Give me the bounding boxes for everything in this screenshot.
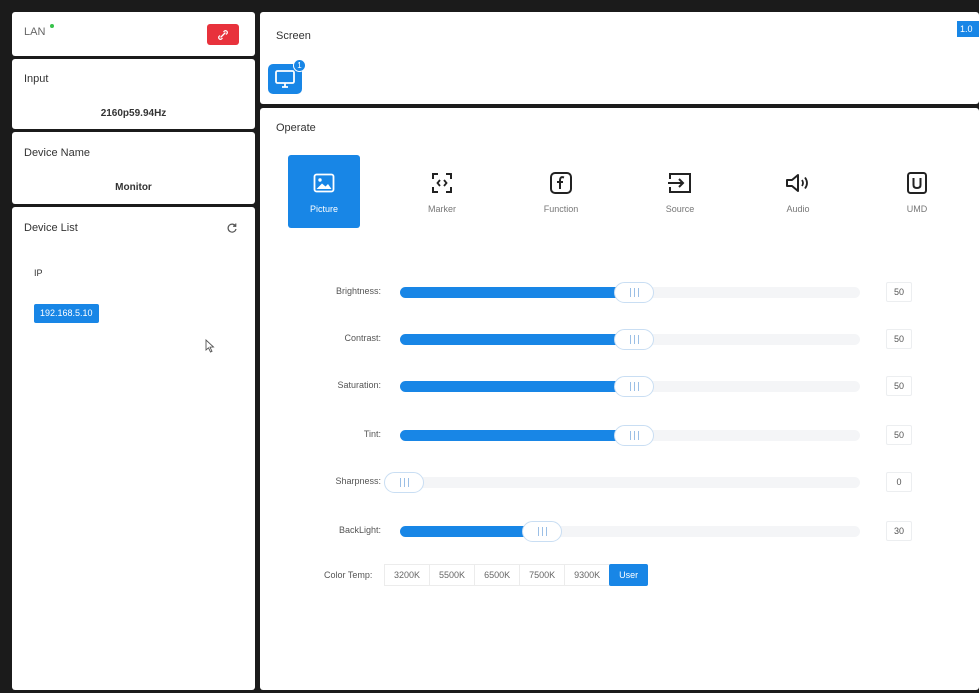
saturation-value-field[interactable]: 50 bbox=[886, 376, 912, 396]
input-panel: Input 2160p59.94Hz bbox=[12, 59, 255, 129]
slider-fill bbox=[400, 287, 630, 298]
sharpness-value-field[interactable]: 0 bbox=[886, 472, 912, 492]
device-name-title: Device Name bbox=[24, 147, 91, 159]
ip-column-label: IP bbox=[34, 268, 43, 278]
backlight-slider-row: BackLight: 30 bbox=[260, 519, 979, 543]
color-temp-7500k[interactable]: 7500K bbox=[519, 564, 566, 586]
tab-label: Audio bbox=[786, 204, 810, 214]
slider-label: Brightness: bbox=[335, 286, 381, 296]
speaker-icon bbox=[786, 174, 808, 192]
slider-label: Tint: bbox=[363, 429, 381, 439]
slider-fill bbox=[400, 526, 538, 537]
backlight-slider[interactable] bbox=[400, 521, 860, 542]
brightness-slider[interactable] bbox=[400, 282, 860, 303]
screen-select-button[interactable]: 1 bbox=[268, 59, 306, 94]
slider-fill bbox=[400, 381, 630, 392]
contrast-value-field[interactable]: 50 bbox=[886, 329, 912, 349]
contrast-slider[interactable] bbox=[400, 329, 860, 350]
disconnect-button[interactable] bbox=[207, 24, 239, 45]
device-list-panel: Device List IP 192.168.5.10 bbox=[12, 207, 255, 690]
color-temp-5500k[interactable]: 5500K bbox=[429, 564, 476, 586]
screen-panel: Screen 1 1.0 bbox=[260, 12, 979, 104]
tab-umd[interactable]: UMD bbox=[881, 155, 953, 228]
tab-label: UMD bbox=[906, 204, 928, 214]
tab-label: Picture bbox=[309, 204, 338, 214]
tab-picture[interactable]: Picture bbox=[288, 155, 360, 228]
screen-title: Screen bbox=[276, 30, 311, 42]
refresh-icon bbox=[227, 223, 237, 233]
input-resolution: 2160p59.94Hz bbox=[100, 108, 167, 119]
link-icon bbox=[218, 29, 228, 40]
color-temp-6500k[interactable]: 6500K bbox=[474, 564, 521, 586]
device-ip-item[interactable]: 192.168.5.10 bbox=[34, 304, 99, 323]
sharpness-slider[interactable] bbox=[384, 472, 860, 493]
slider-handle[interactable] bbox=[522, 521, 562, 542]
picture-icon bbox=[313, 173, 335, 193]
slider-label: Contrast: bbox=[344, 333, 381, 343]
operate-panel: Operate Picture Marker Function Source A… bbox=[260, 108, 979, 690]
slider-handle[interactable] bbox=[614, 425, 654, 446]
tint-slider-row: Tint: 50 bbox=[260, 423, 979, 447]
lan-label: LAN bbox=[24, 26, 46, 38]
brightness-slider-row: Brightness: 50 bbox=[260, 280, 979, 304]
version-badge: 1.0 bbox=[957, 21, 979, 37]
slider-handle[interactable] bbox=[384, 472, 424, 493]
slider-handle[interactable] bbox=[614, 376, 654, 397]
slider-fill bbox=[400, 334, 630, 345]
tab-function[interactable]: Function bbox=[525, 155, 597, 228]
umd-icon bbox=[907, 172, 927, 194]
saturation-slider-row: Saturation: 50 bbox=[260, 374, 979, 398]
device-name-value: Monitor bbox=[115, 182, 152, 193]
slider-label: BackLight: bbox=[338, 525, 381, 535]
lan-status-dot bbox=[50, 24, 54, 28]
slider-handle[interactable] bbox=[614, 329, 654, 350]
tab-label: Marker bbox=[427, 204, 456, 214]
saturation-slider[interactable] bbox=[400, 376, 860, 397]
contrast-slider-row: Contrast: 50 bbox=[260, 327, 979, 351]
mouse-cursor-icon bbox=[205, 339, 215, 353]
tint-slider[interactable] bbox=[400, 425, 860, 446]
slider-label: Saturation: bbox=[337, 380, 381, 390]
function-icon bbox=[550, 172, 572, 194]
color-temp-label: Color Temp: bbox=[324, 570, 373, 580]
slider-fill bbox=[400, 430, 630, 441]
backlight-value-field[interactable]: 30 bbox=[886, 521, 912, 541]
screen-count-badge: 1 bbox=[293, 59, 306, 72]
slider-handle[interactable] bbox=[614, 282, 654, 303]
tint-value-field[interactable]: 50 bbox=[886, 425, 912, 445]
tab-marker[interactable]: Marker bbox=[406, 155, 478, 228]
tab-audio[interactable]: Audio bbox=[762, 155, 834, 228]
refresh-button[interactable] bbox=[221, 219, 243, 237]
color-temp-3200k[interactable]: 3200K bbox=[384, 564, 431, 586]
tab-label: Source bbox=[665, 204, 695, 214]
device-name-panel: Device Name Monitor bbox=[12, 132, 255, 204]
slider-label: Sharpness: bbox=[335, 476, 381, 486]
tab-label: Function bbox=[543, 204, 579, 214]
device-list-title: Device List bbox=[24, 222, 78, 234]
sharpness-slider-row: Sharpness: 0 bbox=[260, 470, 979, 494]
monitor-icon bbox=[275, 70, 295, 88]
source-icon bbox=[668, 173, 691, 193]
brightness-value-field[interactable]: 50 bbox=[886, 282, 912, 302]
input-title: Input bbox=[24, 73, 49, 85]
operate-title: Operate bbox=[276, 122, 316, 134]
color-temp-user[interactable]: User bbox=[609, 564, 649, 586]
marker-icon bbox=[432, 173, 452, 193]
tab-source[interactable]: Source bbox=[644, 155, 716, 228]
color-temp-group: 3200K 5500K 6500K 7500K 9300K User bbox=[384, 564, 649, 586]
lan-panel: LAN bbox=[12, 12, 255, 56]
color-temp-9300k[interactable]: 9300K bbox=[564, 564, 611, 586]
